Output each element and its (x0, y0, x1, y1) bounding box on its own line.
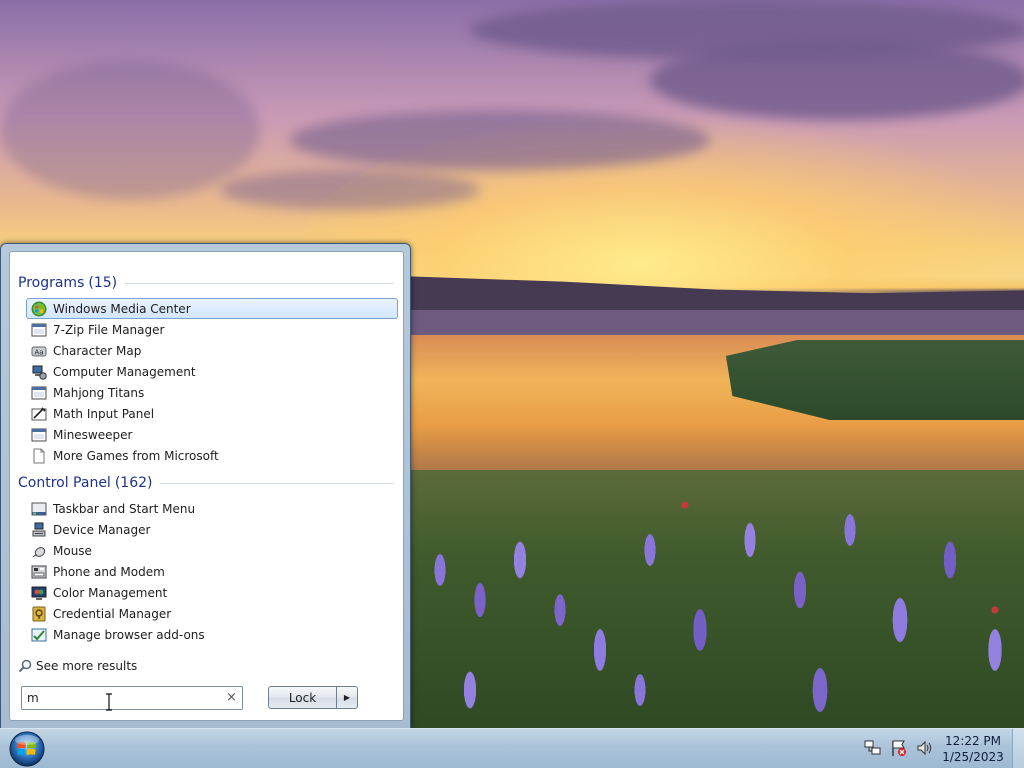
result-label: Character Map (53, 343, 142, 358)
group-header-control-panel[interactable]: Control Panel (162) (18, 474, 394, 492)
notification-area (864, 739, 934, 757)
result-device-manager[interactable]: Device Manager (26, 519, 398, 540)
result-label: Device Manager (53, 522, 151, 537)
result-color-management[interactable]: Color Management (26, 582, 398, 603)
browser-addons-icon (31, 628, 47, 641)
start-button[interactable] (7, 730, 47, 768)
result-mahjong-titans[interactable]: Mahjong Titans (26, 382, 398, 403)
lock-button[interactable]: Lock (268, 686, 337, 709)
cloud (0, 60, 260, 200)
clear-search-icon[interactable]: × (226, 691, 237, 705)
search-results-pane: Programs (15) Windows Media Center 7-Zip … (9, 251, 404, 721)
start-search-box[interactable]: × (21, 686, 243, 710)
result-minesweeper[interactable]: Minesweeper (26, 424, 398, 445)
result-label: Color Management (53, 585, 168, 600)
group-count: (162) (114, 475, 153, 491)
result-taskbar-and-start-menu[interactable]: Taskbar and Start Menu (26, 498, 398, 519)
result-label: Windows Media Center (53, 301, 191, 316)
windows-media-center-icon (31, 301, 47, 316)
computer-management-icon (32, 365, 47, 380)
color-management-icon (31, 586, 47, 600)
mouse-icon (32, 546, 46, 557)
shutdown-options-arrow[interactable]: ▶ (336, 686, 358, 709)
result-phone-and-modem[interactable]: Phone and Modem (26, 561, 398, 582)
result-computer-management[interactable]: Computer Management (26, 361, 398, 382)
start-search-input[interactable] (27, 690, 217, 706)
result-label: Manage browser add-ons (53, 627, 205, 642)
result-label: Mahjong Titans (53, 385, 145, 400)
search-icon (18, 659, 32, 673)
show-desktop-button[interactable] (1012, 729, 1024, 768)
see-more-label: See more results (36, 659, 138, 673)
volume-icon[interactable] (916, 739, 934, 757)
result-mouse[interactable]: Mouse (26, 540, 398, 561)
result-7-zip-file-manager[interactable]: 7-Zip File Manager (26, 319, 398, 340)
taskbar-icon (31, 502, 47, 515)
svg-text:Aa: Aa (34, 348, 43, 356)
network-icon[interactable] (864, 739, 882, 757)
start-menu: Programs (15) Windows Media Center 7-Zip … (0, 243, 411, 729)
system-clock[interactable]: 12:22 PM 1/25/2023 (936, 733, 1010, 765)
result-label: Computer Management (53, 364, 196, 379)
app-window-icon (31, 386, 47, 399)
cloud (290, 110, 710, 170)
result-windows-media-center[interactable]: Windows Media Center (26, 298, 398, 319)
cloud (650, 40, 1024, 120)
result-label: Phone and Modem (53, 564, 165, 579)
result-more-games-from-microsoft[interactable]: More Games from Microsoft (26, 445, 398, 466)
result-label: Mouse (53, 543, 92, 558)
device-manager-icon (32, 522, 46, 536)
see-more-results-link[interactable]: See more results (18, 657, 137, 675)
clock-time: 12:22 PM (945, 734, 1001, 748)
group-title: Control Panel (18, 475, 111, 491)
group-count: (15) (88, 275, 118, 291)
taskbar: 12:22 PM 1/25/2023 (0, 728, 1024, 768)
result-manage-browser-add-ons[interactable]: Manage browser add-ons (26, 624, 398, 645)
result-character-map[interactable]: Aa Character Map (26, 340, 398, 361)
credential-manager-icon (32, 606, 46, 621)
result-label: Minesweeper (53, 427, 133, 442)
clock-date: 1/25/2023 (942, 750, 1004, 764)
result-label: Taskbar and Start Menu (53, 501, 196, 516)
result-label: Math Input Panel (53, 406, 155, 421)
text-cursor-icon (106, 693, 112, 711)
group-divider (125, 282, 394, 284)
result-label: More Games from Microsoft (53, 448, 219, 463)
app-window-icon (31, 323, 47, 336)
app-window-icon (31, 428, 47, 441)
group-divider (160, 482, 394, 484)
group-header-programs[interactable]: Programs (15) (18, 274, 394, 292)
result-label: 7-Zip File Manager (53, 322, 165, 337)
character-map-icon: Aa (31, 346, 47, 356)
blank-document-icon (33, 448, 45, 463)
result-label: Credential Manager (53, 606, 172, 621)
action-center-flag-icon[interactable] (890, 739, 908, 757)
group-title: Programs (18, 275, 85, 291)
phone-modem-icon (31, 565, 47, 578)
result-math-input-panel[interactable]: Math Input Panel (26, 403, 398, 424)
result-credential-manager[interactable]: Credential Manager (26, 603, 398, 624)
math-input-icon (31, 406, 47, 420)
cloud (220, 170, 480, 210)
